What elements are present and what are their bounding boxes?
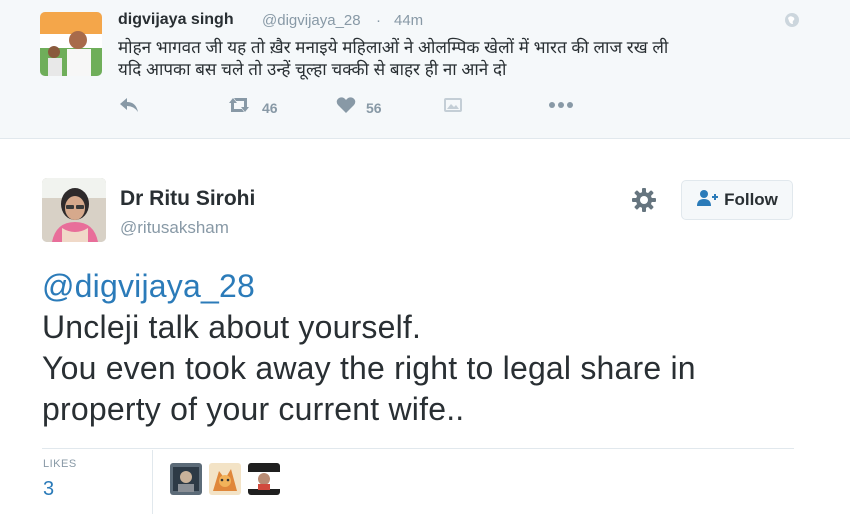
mention-link[interactable]: @digvijaya_28 bbox=[42, 266, 812, 307]
likers-list bbox=[170, 463, 287, 495]
retweet-count: 46 bbox=[262, 99, 278, 116]
author-avatar[interactable] bbox=[42, 178, 106, 242]
separator-dot: · bbox=[376, 12, 381, 29]
liker-avatar[interactable] bbox=[170, 463, 202, 495]
like-count: 56 bbox=[366, 99, 382, 116]
quoted-text-line: मोहन भागवत जी यह तो ख़ैर मनाइये महिलाओं … bbox=[118, 38, 669, 57]
gear-icon[interactable] bbox=[631, 187, 657, 218]
reply-button[interactable] bbox=[118, 96, 140, 119]
quoted-tweet[interactable]: digvijaya singh @digvijaya_28 · 44m मोहन… bbox=[0, 0, 850, 139]
media-icon bbox=[444, 96, 462, 119]
quoted-author-handle[interactable]: @digvijaya_28 bbox=[262, 12, 361, 29]
more-button[interactable] bbox=[548, 96, 574, 119]
likes-label: LIKES bbox=[43, 458, 77, 470]
quoted-timestamp[interactable]: 44m bbox=[394, 12, 423, 29]
retweet-icon bbox=[226, 96, 252, 119]
likes-count[interactable]: 3 bbox=[43, 478, 54, 501]
divider bbox=[42, 448, 794, 449]
more-icon bbox=[548, 96, 574, 119]
reply-icon bbox=[118, 96, 140, 119]
quoted-tweet-text: मोहन भागवत जी यह तो ख़ैर मनाइये महिलाओं … bbox=[118, 37, 808, 81]
liker-avatar[interactable] bbox=[248, 463, 280, 495]
tweet-text-line: property of your current wife.. bbox=[42, 391, 465, 427]
follow-person-icon bbox=[696, 189, 719, 212]
media-button[interactable] bbox=[444, 96, 462, 119]
like-button[interactable]: 56 bbox=[336, 96, 382, 119]
quoted-text-line: यदि आपका बस चले तो उन्हें चूल्हा चक्की स… bbox=[118, 60, 507, 79]
author-name[interactable]: Dr Ritu Sirohi bbox=[120, 187, 255, 211]
follow-label: Follow bbox=[724, 190, 778, 209]
tweet-text: @digvijaya_28 Uncleji talk about yoursel… bbox=[42, 266, 812, 430]
retweet-button[interactable]: 46 bbox=[226, 96, 278, 119]
stats-divider bbox=[152, 450, 153, 514]
heart-icon bbox=[336, 96, 356, 119]
quoted-avatar[interactable] bbox=[40, 12, 102, 76]
follow-button[interactable]: Follow bbox=[681, 180, 793, 220]
globe-icon bbox=[784, 12, 800, 33]
tweet-text-line: Uncleji talk about yourself. bbox=[42, 309, 422, 345]
quoted-author-name[interactable]: digvijaya singh bbox=[118, 11, 234, 29]
liker-avatar[interactable] bbox=[209, 463, 241, 495]
author-handle[interactable]: @ritusaksham bbox=[120, 218, 229, 238]
tweet-text-line: You even took away the right to legal sh… bbox=[42, 350, 696, 386]
